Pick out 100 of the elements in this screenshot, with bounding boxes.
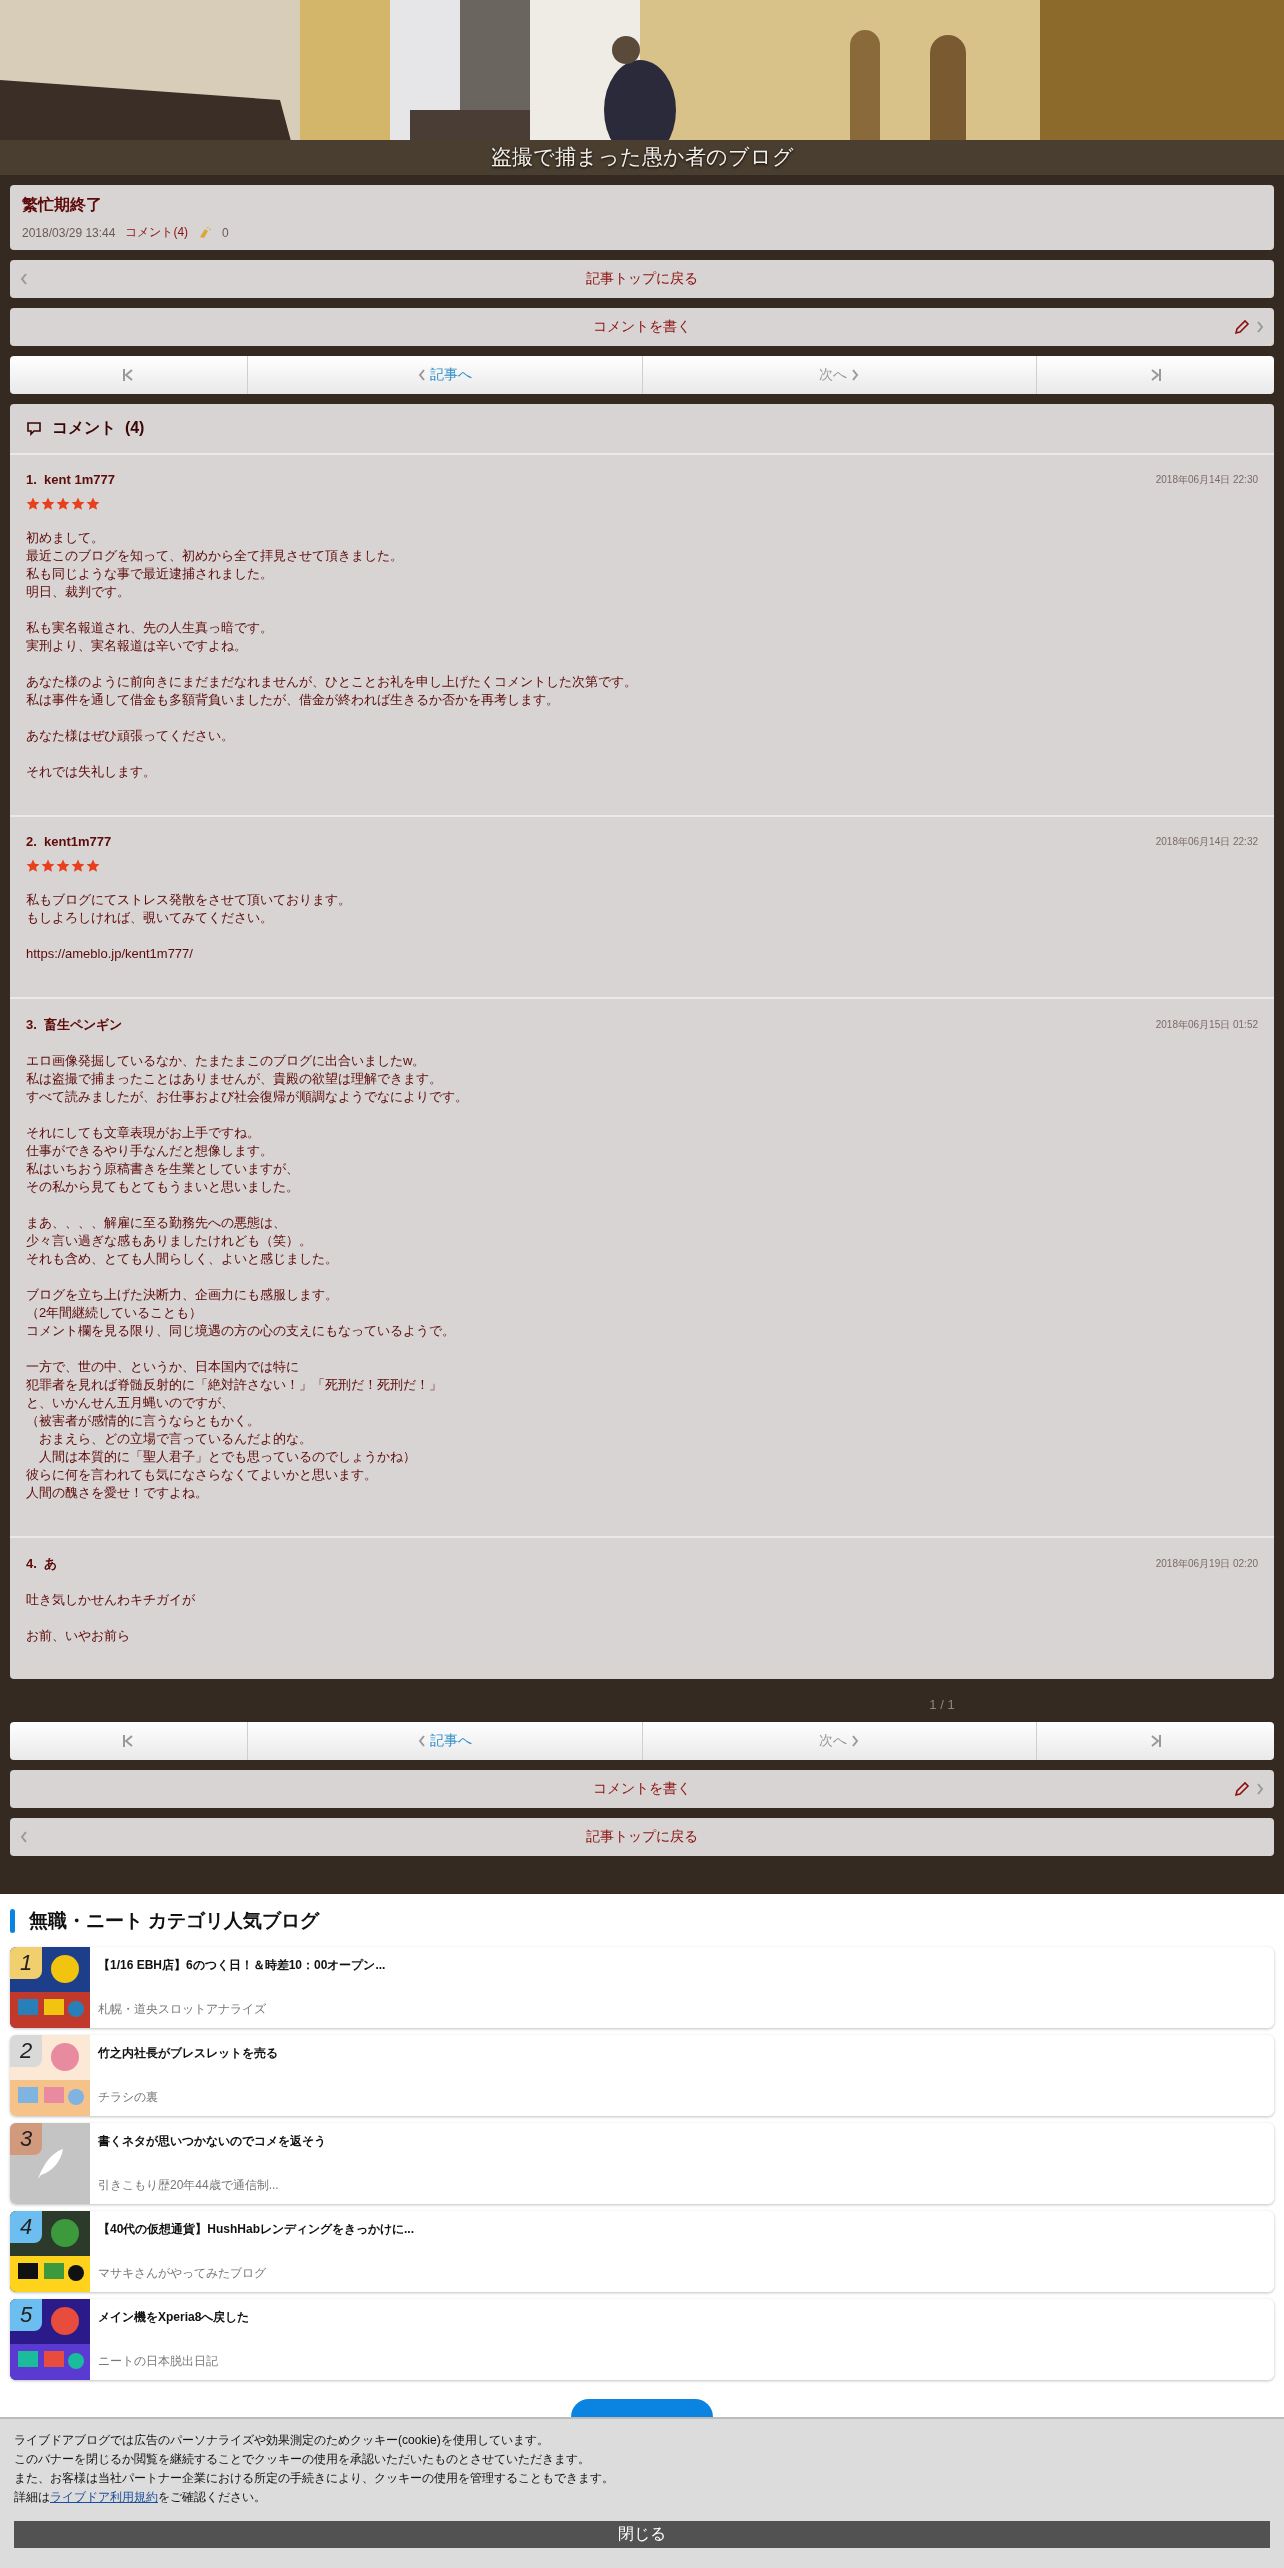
comment-line: その私から見てもとてもうまいと思いました。	[26, 1178, 299, 1196]
more-button[interactable]	[571, 2399, 713, 2417]
comment-line: おまえら、どの立場で言っているんだよ的な。	[38, 1430, 312, 1448]
close-button[interactable]: 閉じる	[14, 2521, 1270, 2548]
star-icon	[86, 859, 100, 873]
comment-line: 彼らに何を言われても気になさらなくてよいかと思います。	[26, 1466, 377, 1484]
commenter-name: 4. あ	[26, 1555, 58, 1573]
chevron-right-icon	[851, 1735, 860, 1747]
rank-badge: 2	[10, 2035, 42, 2067]
clap-count: 0	[222, 225, 229, 240]
popular-blog-item[interactable]: 3 書くネタが思いつかないのでコメを返そう 引きこもり歴20年44歳で通信制...	[10, 2123, 1274, 2204]
comment-line: あなた様のように前向きにまだまだなれませんが、ひとことお礼を申し上げたくコメントした次第です。	[26, 673, 637, 691]
comments-heading: コメント (4)	[52, 418, 145, 438]
comment-line: 私もブログにてストレス発散をさせて頂いております。	[26, 891, 351, 909]
comment-date: 2018年06月14日 22:32	[1155, 834, 1258, 849]
star-icon	[26, 859, 40, 873]
back-to-article-top-button[interactable]: 記事トップに戻る	[10, 260, 1274, 298]
blog-post-title: 竹之内社長がブレスレットを売る	[98, 2045, 278, 2062]
comment-line: もしよろしければ、覗いてみてください。	[26, 909, 273, 927]
comment-line: 私も実名報道され、先の人生真っ暗です。	[26, 619, 273, 637]
section-title: 無職・ニート カテゴリ人気ブログ	[29, 1909, 320, 1933]
comment-line: あなた様はぜひ頑張ってください。	[26, 727, 234, 745]
popular-blog-item[interactable]: 2 竹之内社長がブレスレットを売る チラシの裏	[10, 2035, 1274, 2116]
comment-date: 2018年06月14日 22:30	[1155, 472, 1258, 487]
comment-line: 明日、裁判です。	[26, 583, 130, 601]
popular-blog-item[interactable]: 5 メイン機をXperia8へ戻した ニートの日本脱出日記	[10, 2299, 1274, 2380]
comment-line: コメント欄を見る限り、同じ境遇の方の心の支えにもなっているようで。	[26, 1322, 455, 1340]
blog-name: 引きこもり歴20年44歳で通信制...	[98, 2177, 280, 2194]
comment-line: 犯罪者を見れば脊髄反射的に「絶対許さない！」「死刑だ！死刑だ！」	[26, 1376, 442, 1394]
blog-name: 札幌・道央スロットアナライズ	[98, 2001, 267, 2018]
comment-line: 吐き気しかせんわキチガイが	[26, 1591, 195, 1609]
star-icon	[71, 859, 85, 873]
star-icon	[56, 497, 70, 511]
comment-line: 一方で、世の中、というか、日本国内では特に	[26, 1358, 299, 1376]
last-page-icon	[1149, 1734, 1162, 1748]
last-page-icon	[1149, 368, 1162, 382]
comment-date: 2018年06月19日 02:20	[1155, 1557, 1258, 1571]
write-comment-button[interactable]: コメントを書く	[10, 308, 1274, 346]
chevron-left-icon	[417, 369, 426, 381]
previous-button[interactable]: 記事へ	[246, 356, 642, 394]
page-indicator: 1 / 1	[928, 1696, 956, 1712]
rank-badge: 3	[10, 2123, 42, 2155]
comment-line: （被害者が感情的に言うならともかく。	[26, 1412, 260, 1430]
comment-line: それでは失礼します。	[26, 763, 156, 781]
comment-line: 私も同じような事で最近逮捕されました。	[26, 565, 273, 583]
chevron-left-icon	[20, 273, 28, 285]
comment-line: （2年間継続していることも）	[26, 1304, 203, 1322]
comment-date: 2018年06月15日 01:52	[1155, 1018, 1258, 1032]
blog-title: 盗撮で捕まった愚か者のブログ	[489, 144, 795, 170]
blog-post-title: メイン機をXperia8へ戻した	[98, 2309, 250, 2326]
article-date: 2018/03/29 13:44	[22, 225, 116, 240]
comment-line: 少々言い過ぎな感もありましたけれども（笑）。	[26, 1232, 312, 1250]
blog-name: ニートの日本脱出日記	[98, 2353, 219, 2370]
terms-link[interactable]: ライブドア利用規約	[50, 2490, 158, 2504]
popular-blog-item[interactable]: 4 【40代の仮想通貨】HushHabレンディングをきっかけに... マサキさんがやってみたブログ	[10, 2211, 1274, 2292]
pencil-icon	[1234, 1781, 1250, 1797]
commenter-name: 2. kent1m777	[26, 834, 112, 849]
comment-line: まあ、、、、解雇に至る勤務先への悪態は、	[26, 1214, 286, 1232]
comment-line: それにしても文章表現がお上手ですね。	[26, 1124, 260, 1142]
chevron-left-icon	[20, 1831, 28, 1843]
cookie-notice: ライブドアブログでは広告のパーソナライズや効果測定のためクッキー(cookie)を使用しています。 このバナーを閉じるか閲覧を継続することでクッキーの使用を承認いただいたものとさせていただきます。 また、お客様は当社パートナー企業における所定の手続きにより、クッキーの使用を管理することもできます。 詳細はライブドア利用規約をご確認ください。	[14, 2432, 615, 2506]
star-icon	[71, 497, 85, 511]
comment-line: https://ameblo.jp/kent1m777/	[26, 945, 193, 963]
write-comment-button[interactable]: コメントを書く	[10, 1770, 1274, 1808]
comments-link[interactable]: コメント(4)	[125, 224, 189, 241]
commenter-name: 3. 畜生ペンギン	[26, 1016, 123, 1034]
rank-badge: 1	[10, 1947, 42, 1979]
comment-line: と、いかんせん五月蝿いのですが、	[26, 1394, 234, 1412]
blog-post-title: 【1/16 EBH店】6のつく日！＆時差10：00オープン...	[98, 1957, 386, 1974]
comment-line: 最近このブログを知って、初めから全て拝見させて頂きました。	[26, 547, 403, 565]
previous-button[interactable]: 記事へ	[246, 1722, 642, 1760]
star-icon	[56, 859, 70, 873]
speech-bubble-icon	[26, 420, 42, 437]
popular-blog-item[interactable]: 1 【1/16 EBH店】6のつく日！＆時差10：00オープン... 札幌・道央スロットアナライズ	[10, 1947, 1274, 2028]
chevron-right-icon	[1256, 1783, 1264, 1795]
rank-badge: 4	[10, 2211, 42, 2243]
comment-line: 初めまして。	[26, 529, 104, 547]
comment-line: それも含め、とても人間らしく、よいと感じました。	[26, 1250, 338, 1268]
comment-line: ブログを立ち上げた決断力、企画力にも感服します。	[26, 1286, 338, 1304]
chevron-right-icon	[1256, 321, 1264, 333]
back-to-article-top-button[interactable]: 記事トップに戻る	[10, 1818, 1274, 1856]
first-page-icon	[122, 368, 135, 382]
commenter-name: 1. kent 1m777	[26, 472, 115, 487]
comment-line: 人間の醜さを愛せ！ですよね。	[26, 1484, 208, 1502]
comment-line: 実刑より、実名報道は辛いですよね。	[26, 637, 247, 655]
star-icon	[41, 497, 55, 511]
rank-badge: 5	[10, 2299, 42, 2331]
article-title: 繁忙期終了	[22, 195, 103, 215]
chevron-left-icon	[417, 1735, 426, 1747]
comment-line: お前、いやお前ら	[26, 1627, 130, 1645]
blog-name: チラシの裏	[98, 2089, 159, 2106]
first-page-icon	[122, 1734, 135, 1748]
comment-line: 仕事ができるやり手なんだと想像します。	[26, 1142, 273, 1160]
comment-line: 私はいちおう原稿書きを生業としていますが、	[26, 1160, 299, 1178]
comment-line: エロ画像発掘しているなか、たまたまこのブログに出合いましたw。	[26, 1052, 426, 1070]
blog-name: マサキさんがやってみたブログ	[98, 2265, 267, 2282]
blog-post-title: 書くネタが思いつかないのでコメを返そう	[98, 2133, 326, 2150]
pencil-icon	[1234, 319, 1250, 335]
blog-post-title: 【40代の仮想通貨】HushHabレンディングをきっかけに...	[98, 2221, 415, 2238]
comment-line: 私は事件を通して借金も多額背負いましたが、借金が終われば生きるか否かを再考します。	[26, 691, 559, 709]
